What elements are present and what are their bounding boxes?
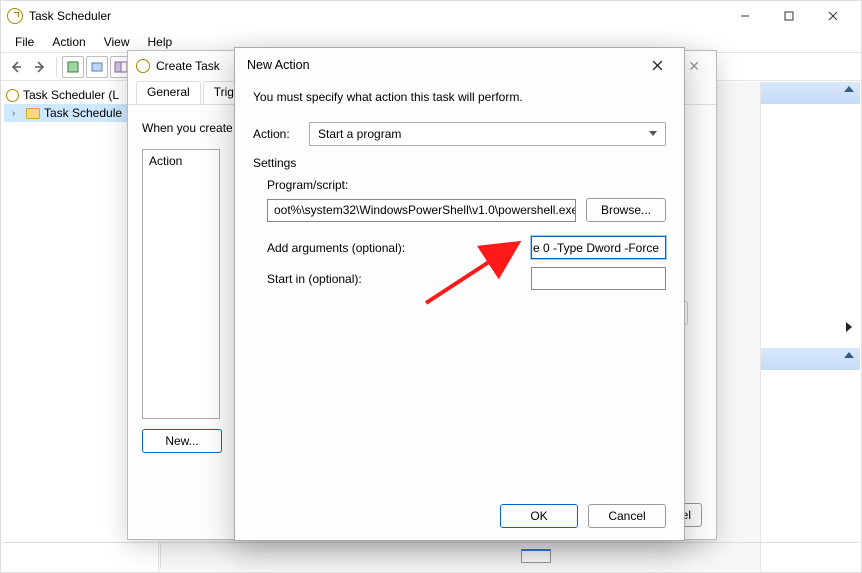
chevron-right-icon: ›: [12, 108, 22, 119]
settings-group: Program/script: oot%\system32\WindowsPow…: [253, 178, 666, 290]
new-action-body: You must specify what action this task w…: [235, 82, 684, 492]
close-window-button[interactable]: [811, 2, 855, 30]
startin-input[interactable]: [531, 267, 666, 290]
toolbar-separator: [56, 57, 57, 77]
new-action-titlebar: New Action: [235, 48, 684, 82]
actions-list-header: Action: [149, 154, 182, 168]
new-action-dialog: New Action You must specify what action …: [234, 47, 685, 541]
minimize-button[interactable]: [723, 2, 767, 30]
arguments-row: Add arguments (optional): ue 0 -Type Dwo…: [267, 236, 666, 259]
startin-label: Start in (optional):: [267, 272, 531, 286]
task-scheduler-icon: [7, 8, 23, 24]
action-select-value: Start a program: [318, 127, 401, 141]
action-select[interactable]: Start a program: [309, 122, 666, 146]
menu-action[interactable]: Action: [44, 33, 93, 51]
tree-root-label: Task Scheduler (L: [23, 88, 119, 102]
new-button-label: New...: [165, 434, 198, 448]
forward-button[interactable]: [29, 56, 51, 78]
actions-header-2[interactable]: [761, 348, 860, 370]
actions-pane: [760, 82, 860, 571]
create-task-title: Create Task: [156, 59, 220, 73]
ok-button[interactable]: OK: [500, 504, 578, 528]
collapse-up-icon: [844, 86, 854, 92]
window-buttons: [723, 2, 855, 30]
actions-header[interactable]: [761, 82, 860, 104]
clock-icon: [6, 89, 19, 102]
tree-library-label: Task Schedule: [44, 106, 122, 120]
program-label: Program/script:: [267, 178, 666, 192]
browse-label: Browse...: [601, 203, 651, 217]
tab-general[interactable]: General: [136, 81, 201, 104]
status-strip: [3, 542, 859, 568]
new-action-instruction: You must specify what action this task w…: [253, 90, 666, 104]
status-tab: [521, 549, 551, 563]
toolbar-btn-1[interactable]: [62, 56, 84, 78]
action-row: Action: Start a program: [253, 122, 666, 146]
folder-icon: [26, 108, 40, 119]
settings-group-label: Settings: [253, 156, 666, 170]
collapse-up-icon: [844, 352, 854, 358]
action-label: Action:: [253, 127, 309, 141]
back-button[interactable]: [5, 56, 27, 78]
cancel-button[interactable]: Cancel: [588, 504, 666, 528]
program-row: oot%\system32\WindowsPowerShell\v1.0\pow…: [267, 198, 666, 222]
arguments-label: Add arguments (optional):: [267, 241, 531, 255]
cancel-label: Cancel: [608, 509, 645, 523]
new-action-button[interactable]: New...: [142, 429, 222, 453]
clock-icon: [136, 59, 150, 73]
program-value: oot%\system32\WindowsPowerShell\v1.0\pow…: [274, 203, 576, 217]
ok-label: OK: [530, 509, 547, 523]
menu-file[interactable]: File: [7, 33, 42, 51]
window-title: Task Scheduler: [29, 9, 723, 23]
program-input[interactable]: oot%\system32\WindowsPowerShell\v1.0\pow…: [267, 199, 576, 222]
titlebar: Task Scheduler: [1, 1, 861, 31]
arguments-value: ue 0 -Type Dword -Force: [531, 241, 659, 255]
menu-help[interactable]: Help: [140, 33, 181, 51]
chevron-down-icon: [649, 131, 657, 136]
menu-view[interactable]: View: [96, 33, 138, 51]
arguments-input[interactable]: ue 0 -Type Dword -Force: [531, 236, 666, 259]
status-segment: [3, 543, 161, 568]
actions-list-box[interactable]: Action: [142, 149, 220, 419]
chevron-right-icon: [846, 322, 852, 332]
toolbar-btn-2[interactable]: [86, 56, 108, 78]
new-action-close-button[interactable]: [642, 52, 672, 78]
new-action-footer: OK Cancel: [235, 492, 684, 540]
startin-row: Start in (optional):: [267, 267, 666, 290]
new-action-title: New Action: [247, 58, 310, 72]
maximize-button[interactable]: [767, 2, 811, 30]
actions-list: [761, 104, 860, 344]
browse-button[interactable]: Browse...: [586, 198, 666, 222]
